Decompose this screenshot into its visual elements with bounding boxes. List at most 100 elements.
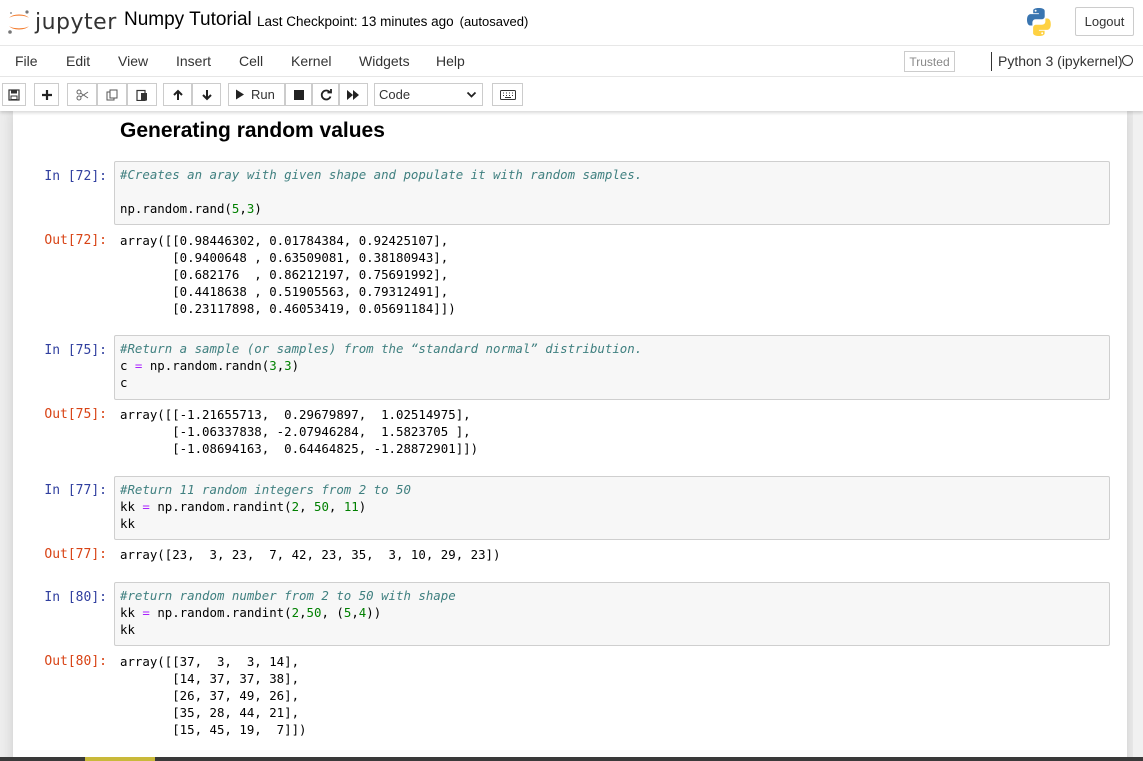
kernel-idle-indicator-icon bbox=[1122, 55, 1133, 66]
cell-output: array([[37, 3, 3, 14], [14, 37, 37, 38],… bbox=[120, 653, 307, 738]
input-prompt: In [72]: bbox=[44, 169, 107, 184]
input-prompt: In [77]: bbox=[44, 483, 107, 498]
output-prompt: Out[72]: bbox=[44, 233, 107, 248]
code-line: np.random.rand(5,3) bbox=[120, 201, 262, 216]
code-comment: #Creates an aray with given shape and po… bbox=[120, 167, 643, 182]
menu-cell[interactable]: Cell bbox=[239, 53, 263, 69]
fast-forward-icon bbox=[347, 89, 359, 100]
output-line: [0.682176 , 0.86212197, 0.75691992], bbox=[120, 267, 449, 282]
cell-type-select[interactable]: Code bbox=[374, 83, 483, 106]
interrupt-kernel-button[interactable] bbox=[285, 83, 312, 106]
code-comment: #Return a sample (or samples) from the “… bbox=[120, 341, 643, 356]
code-editor: #Return a sample (or samples) from the “… bbox=[120, 340, 642, 391]
restart-kernel-button[interactable] bbox=[312, 83, 339, 106]
output-line: [0.9400648 , 0.63509081, 0.38180943], bbox=[120, 250, 449, 265]
code-line: kk bbox=[120, 622, 135, 637]
menu-edit[interactable]: Edit bbox=[66, 53, 90, 69]
input-prompt: In [75]: bbox=[44, 343, 107, 358]
output-line: [-1.08694163, 0.64464825, -1.28872901]]) bbox=[120, 441, 479, 456]
output-line: array([[37, 3, 3, 14], bbox=[120, 654, 300, 669]
play-icon bbox=[236, 89, 244, 100]
code-cell-input[interactable]: #Return a sample (or samples) from the “… bbox=[114, 335, 1110, 400]
menu-insert[interactable]: Insert bbox=[176, 53, 211, 69]
code-editor: #Return 11 random integers from 2 to 50 … bbox=[120, 481, 411, 532]
menu-file[interactable]: File bbox=[15, 53, 38, 69]
header: jupyter Numpy Tutorial Last Checkpoint: … bbox=[0, 0, 1143, 45]
notebook-name[interactable]: Numpy Tutorial bbox=[124, 9, 252, 31]
run-label: Run bbox=[251, 87, 275, 102]
save-button[interactable] bbox=[2, 83, 26, 106]
cell-output: array([[0.98446302, 0.01784384, 0.924251… bbox=[120, 232, 456, 317]
cell-output: array([[-1.21655713, 0.29679897, 1.02514… bbox=[120, 406, 478, 457]
notebook-container: Generating random values In [72]: #Creat… bbox=[0, 111, 1143, 761]
jupyter-logo[interactable]: jupyter bbox=[6, 6, 117, 38]
taskbar-strip bbox=[0, 757, 1143, 761]
output-line: [14, 37, 37, 38], bbox=[120, 671, 300, 686]
save-icon bbox=[8, 88, 20, 101]
output-line: [26, 37, 49, 26], bbox=[120, 688, 300, 703]
code-cell-input[interactable]: #Return 11 random integers from 2 to 50 … bbox=[114, 476, 1110, 540]
autosave-status: (autosaved) bbox=[459, 14, 529, 29]
code-editor: #return random number from 2 to 50 with … bbox=[120, 587, 456, 638]
output-line: [0.4418638 , 0.51905563, 0.79312491], bbox=[120, 284, 449, 299]
move-up-button[interactable] bbox=[163, 83, 192, 106]
menu-kernel[interactable]: Kernel bbox=[291, 53, 331, 69]
arrow-down-icon bbox=[201, 89, 212, 100]
paste-button[interactable] bbox=[127, 83, 157, 106]
logo-text: jupyter bbox=[35, 9, 117, 35]
checkpoint-text: Last Checkpoint: 13 minutes ago bbox=[257, 14, 454, 29]
menubar: File Edit View Insert Cell Kernel Widget… bbox=[0, 45, 1143, 77]
code-line: c = np.random.randn(3,3) bbox=[120, 358, 300, 373]
output-line: array([[0.98446302, 0.01784384, 0.924251… bbox=[120, 233, 449, 248]
code-line: c bbox=[120, 375, 128, 390]
code-line: kk = np.random.randint(2, 50, 11) bbox=[120, 499, 367, 514]
output-prompt: Out[75]: bbox=[44, 407, 107, 422]
output-line: [0.23117898, 0.46053419, 0.05691184]]) bbox=[120, 301, 456, 316]
output-line: array([23, 3, 23, 7, 42, 23, 35, 3, 10, … bbox=[120, 547, 501, 562]
plus-icon bbox=[41, 89, 52, 100]
output-line: [35, 28, 44, 21], bbox=[120, 705, 300, 720]
menu-help[interactable]: Help bbox=[436, 53, 465, 69]
output-prompt: Out[80]: bbox=[44, 654, 107, 669]
kernel-name[interactable]: Python 3 (ipykernel) bbox=[991, 52, 1123, 71]
code-line: kk = np.random.randint(2,50, (5,4)) bbox=[120, 605, 382, 620]
markdown-heading: Generating random values bbox=[120, 119, 385, 142]
menu-view[interactable]: View bbox=[118, 53, 148, 69]
taskbar-decoration bbox=[85, 757, 155, 761]
notebook-scrollbar[interactable] bbox=[1133, 111, 1143, 761]
input-prompt: In [80]: bbox=[44, 590, 107, 605]
copy-button[interactable] bbox=[97, 83, 127, 106]
code-cell-input[interactable]: #return random number from 2 to 50 with … bbox=[114, 582, 1110, 646]
cell-type-value: Code bbox=[379, 87, 411, 102]
run-button[interactable]: Run bbox=[228, 83, 285, 106]
code-editor: #Creates an aray with given shape and po… bbox=[120, 166, 642, 217]
trusted-indicator[interactable]: Trusted bbox=[904, 51, 955, 72]
code-line: kk bbox=[120, 516, 135, 531]
keyboard-icon bbox=[499, 89, 516, 100]
code-comment: #Return 11 random integers from 2 to 50 bbox=[120, 482, 411, 497]
chevron-down-icon bbox=[466, 91, 477, 98]
checkpoint-status: Last Checkpoint: 13 minutes ago (autosave… bbox=[257, 14, 528, 29]
arrow-up-icon bbox=[172, 89, 183, 100]
restart-run-all-button[interactable] bbox=[339, 83, 368, 106]
output-line: array([[-1.21655713, 0.29679897, 1.02514… bbox=[120, 407, 471, 422]
paste-icon bbox=[136, 89, 147, 101]
command-palette-button[interactable] bbox=[492, 83, 523, 106]
code-comment: #return random number from 2 to 50 with … bbox=[120, 588, 456, 603]
menu-widgets[interactable]: Widgets bbox=[359, 53, 410, 69]
cut-button[interactable] bbox=[67, 83, 97, 106]
logout-button[interactable]: Logout bbox=[1075, 7, 1134, 36]
output-prompt: Out[77]: bbox=[44, 547, 107, 562]
jupyter-logo-icon bbox=[8, 10, 29, 34]
restart-icon bbox=[320, 88, 332, 100]
code-cell-input[interactable]: #Creates an aray with given shape and po… bbox=[114, 161, 1110, 225]
copy-icon bbox=[106, 89, 118, 100]
stop-icon bbox=[293, 89, 304, 100]
output-line: [-1.06337838, -2.07946284, 1.5823705 ], bbox=[120, 424, 471, 439]
output-line: [15, 45, 19, 7]]) bbox=[120, 722, 307, 737]
python-logo-icon bbox=[1023, 6, 1055, 43]
toolbar: Run Code bbox=[0, 77, 1143, 111]
move-down-button[interactable] bbox=[192, 83, 221, 106]
insert-cell-button[interactable] bbox=[34, 83, 59, 106]
